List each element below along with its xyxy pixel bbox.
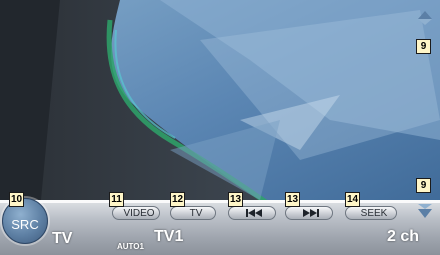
video-label: VIDEO	[123, 207, 155, 219]
callout-seek: 14	[345, 192, 360, 207]
band-label: TV1	[154, 228, 184, 245]
prev-button[interactable]	[228, 206, 276, 220]
seek-button[interactable]: SEEK	[345, 206, 397, 220]
tv-button[interactable]: TV	[170, 206, 216, 220]
seek-label: SEEK	[360, 207, 388, 219]
callout-scroll-up: 9	[416, 39, 431, 54]
channel-label: 2 ch	[387, 228, 420, 245]
tv-screen: SRC VIDEO TV SEEK 10 11 12 13 13 14 9 9 …	[0, 0, 440, 255]
down-arrow-icon[interactable]	[416, 203, 434, 219]
auto-memory-label: AUTO1	[117, 242, 144, 251]
source-mode-label: TV	[52, 230, 73, 247]
video-button[interactable]: VIDEO	[112, 206, 160, 220]
src-label: SRC	[11, 216, 39, 232]
up-arrow-icon[interactable]	[416, 10, 434, 26]
next-button[interactable]	[285, 206, 333, 220]
callout-tv: 12	[170, 192, 185, 207]
tv-label: TV	[189, 207, 203, 219]
callout-next: 13	[285, 192, 300, 207]
skip-previous-icon	[246, 209, 262, 217]
skip-next-icon	[303, 209, 319, 217]
callout-prev: 13	[228, 192, 243, 207]
tv-picture	[0, 0, 440, 210]
callout-video: 11	[109, 192, 124, 207]
bar-highlight	[0, 200, 440, 203]
callout-src: 10	[9, 192, 24, 207]
callout-scroll-down: 9	[416, 178, 431, 193]
